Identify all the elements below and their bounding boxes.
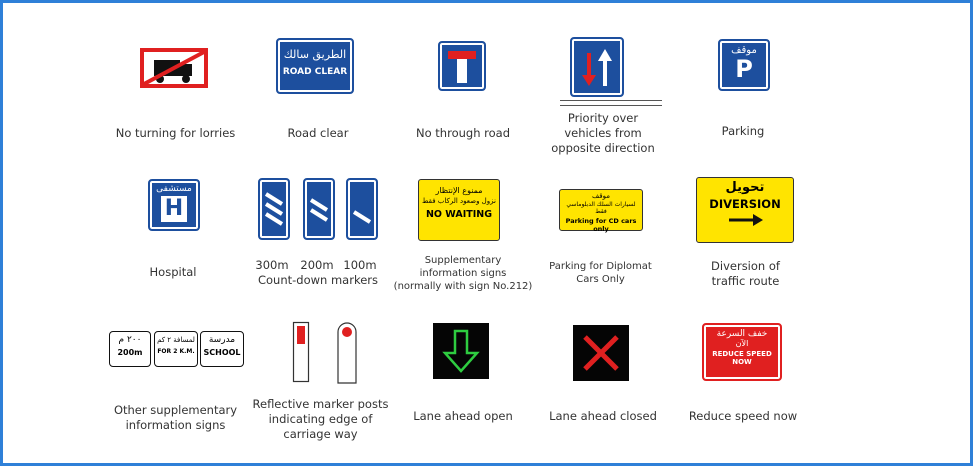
parking-plate: موقف P	[718, 39, 770, 91]
caption-road-clear: Road clear	[287, 126, 349, 140]
caption-parking-cd: Parking for Diplomat Cars Only	[549, 261, 652, 285]
no-waiting-arabic-2: نزول وصعود الركاب فقط	[422, 197, 496, 205]
priority-plate	[570, 37, 624, 97]
green-arrow-down-icon	[433, 323, 489, 379]
hospital-arabic: مستشفى	[156, 184, 192, 194]
hospital-letter: H	[164, 196, 184, 221]
parking-cd-plate: موقف لسيارات السلك الدبلوماسي فقط Parkin…	[559, 189, 643, 233]
diversion-plate: تحويل DIVERSION	[696, 177, 794, 243]
no-waiting-english: NO WAITING	[425, 209, 493, 220]
caption-hospital: Hospital	[149, 265, 197, 279]
diversion-arabic: تحويل	[725, 180, 765, 195]
red-cross-icon	[573, 325, 629, 381]
caption-reflective: Reflective marker posts indicating edge …	[252, 397, 389, 441]
sign-lane-closed: Lane ahead closed	[538, 325, 668, 435]
reduce-speed-arabic-2: الآن	[735, 339, 749, 348]
reduce-speed-plate: خفف السرعة الآن REDUCE SPEED NOW	[702, 323, 782, 381]
countdown-label-200: 200m	[300, 258, 334, 272]
diagram-frame: No turning for lorries الطريق سالك ROAD …	[0, 0, 973, 466]
sign-reflective: Reflective marker posts indicating edge …	[248, 321, 393, 449]
plate-200m-arabic: ٢٠٠ م	[118, 335, 142, 345]
caption-lane-closed: Lane ahead closed	[549, 409, 657, 423]
plate-2km-english: FOR 2 K.M.	[157, 348, 195, 355]
caption-other-supp: Other supplementary information signs	[113, 403, 238, 432]
diversion-english: DIVERSION	[709, 197, 781, 211]
no-through-road-plate	[438, 41, 486, 91]
sign-lane-open: Lane ahead open	[398, 323, 528, 433]
no-waiting-plate: ممنوع الإنتظار نزول وصعود الركاب فقط NO …	[418, 179, 500, 241]
road-clear-arabic: الطريق سالك	[283, 48, 347, 61]
two-stripes-icon	[309, 198, 329, 222]
three-stripes-icon	[264, 192, 284, 226]
arrow-right-icon	[729, 214, 763, 226]
caption-lane-open: Lane ahead open	[413, 409, 513, 423]
plate-2km: لمسافة ٢ كم FOR 2 K.M.	[154, 331, 198, 367]
t-junction-icon	[448, 51, 476, 83]
parking-cd-arabic-1: موقف	[592, 192, 610, 200]
sign-countdown: 300m 200m 100m Count-down markers	[248, 178, 388, 293]
sign-reduce-speed: خفف السرعة الآن REDUCE SPEED NOW Reduce …	[678, 323, 808, 435]
caption-supplementary: Supplementary information signs (normall…	[393, 255, 533, 292]
no-waiting-arabic-1: ممنوع الإنتظار	[435, 186, 483, 195]
caption-no-turning-lorries: No turning for lorries	[115, 126, 236, 140]
road-clear-plate: الطريق سالك ROAD CLEAR	[276, 38, 354, 94]
caption-diversion: Diversion of traffic route	[711, 259, 780, 288]
sign-other-supp: ٢٠٠ م 200m لمسافة ٢ كم FOR 2 K.M. مدرسة …	[103, 331, 248, 441]
plate-school-english: SCHOOL	[203, 348, 241, 357]
sign-priority-over: Priority over vehicles from opposite dir…	[538, 37, 668, 157]
reduce-speed-arabic-1: خفف السرعة	[716, 329, 768, 339]
sign-diversion: تحويل DIVERSION Diversion of traffic rou…	[678, 177, 813, 289]
plate-school: مدرسة SCHOOL	[200, 331, 244, 367]
countdown-100-plate	[346, 178, 378, 240]
countdown-label-300: 300m	[255, 258, 289, 272]
sign-parking: موقف P Parking	[678, 39, 808, 143]
caption-reduce-speed: Reduce speed now	[688, 409, 798, 423]
sign-supplementary: ممنوع الإنتظار نزول وصعود الركاب فقط NO …	[388, 179, 538, 299]
no-lorries-icon	[140, 48, 208, 88]
hospital-plate: مستشفى H	[148, 179, 200, 231]
sign-no-turning-lorries: No turning for lorries	[103, 43, 248, 143]
road-clear-english: ROAD CLEAR	[282, 67, 348, 77]
reduce-speed-english-1: REDUCE SPEED	[712, 350, 772, 358]
marker-post-square-icon	[292, 321, 310, 383]
priority-arrows-icon	[582, 49, 612, 86]
plate-200m-english: 200m	[117, 348, 143, 357]
countdown-label-100: 100m	[343, 258, 377, 272]
parking-letter: P	[735, 55, 753, 83]
plate-200m: ٢٠٠ م 200m	[109, 331, 151, 367]
priority-underline	[560, 100, 662, 106]
plate-2km-arabic: لمسافة ٢ كم	[157, 336, 195, 344]
parking-cd-english: Parking for CD cars only	[565, 217, 637, 233]
caption-parking: Parking	[721, 124, 765, 138]
sign-parking-cd: موقف لسيارات السلك الدبلوماسي فقط Parkin…	[533, 189, 668, 289]
hospital-square: H	[161, 196, 187, 222]
countdown-200-plate	[303, 178, 335, 240]
caption-countdown: Count-down markers	[257, 273, 378, 287]
caption-priority-over: Priority over vehicles from opposite dir…	[551, 111, 655, 155]
caption-no-through-road: No through road	[416, 126, 510, 140]
plate-school-arabic: مدرسة	[208, 335, 236, 345]
sign-road-clear: الطريق سالك ROAD CLEAR Road clear	[253, 38, 383, 143]
sign-hospital: مستشفى H Hospital	[108, 179, 238, 289]
reduce-speed-english-2: NOW	[732, 358, 752, 366]
marker-post-round-icon	[337, 322, 357, 384]
sign-no-through-road: No through road	[398, 41, 528, 143]
parking-cd-arabic-2: لسيارات السلك الدبلوماسي فقط	[566, 201, 636, 215]
one-stripe-icon	[352, 210, 372, 224]
countdown-300-plate	[258, 178, 290, 240]
